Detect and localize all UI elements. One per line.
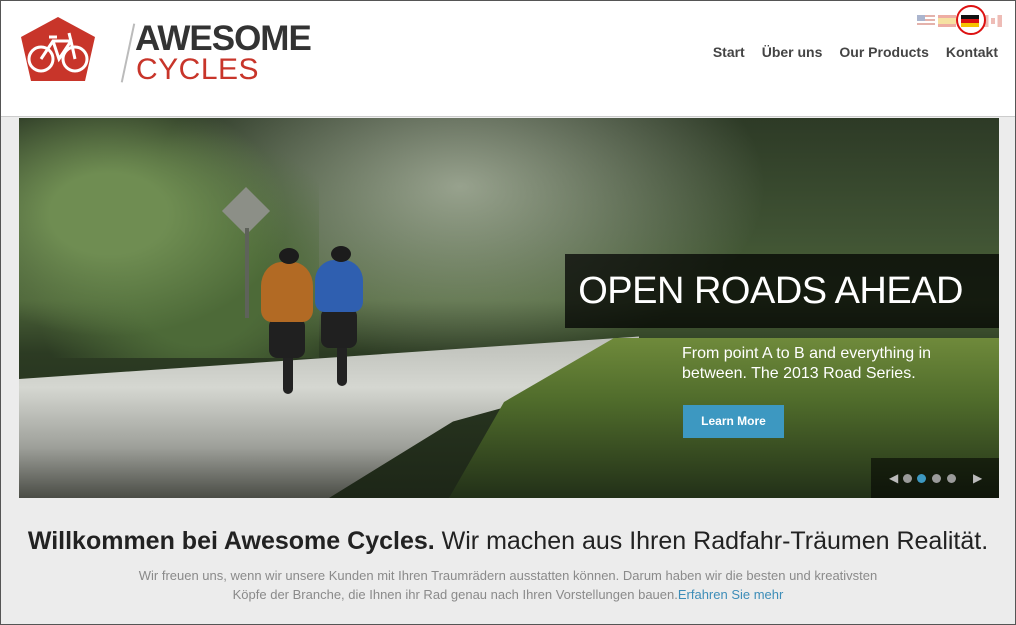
selected-language-highlight xyxy=(956,5,986,35)
welcome-text-line: Köpfe der Branche, die Ihnen ihr Rad gen… xyxy=(0,585,1016,604)
hero-title: OPEN ROADS AHEAD xyxy=(565,254,999,328)
hero-image-sign-post xyxy=(245,228,249,318)
nav-item-our-products[interactable]: Our Products xyxy=(839,44,928,60)
canada-flag-icon[interactable] xyxy=(984,15,1002,27)
slider-controls: ◀ ▶ xyxy=(871,458,999,498)
hero-slider: OPEN ROADS AHEAD From point A to B and e… xyxy=(19,118,999,498)
spain-flag-icon[interactable] xyxy=(938,15,956,27)
slide-dot[interactable] xyxy=(947,474,956,483)
learn-more-button[interactable]: Learn More xyxy=(683,405,784,438)
nav-item-kontakt[interactable]: Kontakt xyxy=(946,44,998,60)
nav-item-start[interactable]: Start xyxy=(713,44,745,60)
slide-dot[interactable] xyxy=(932,474,941,483)
welcome-heading: Willkommen bei Awesome Cycles. Wir mache… xyxy=(0,527,1016,556)
logo-divider xyxy=(120,23,136,83)
us-flag-icon[interactable] xyxy=(917,15,935,27)
learn-more-link[interactable]: Erfahren Sie mehr xyxy=(678,587,784,602)
welcome-text: Wir freuen uns, wenn wir unsere Kunden m… xyxy=(0,566,1016,604)
welcome-text-line: Wir freuen uns, wenn wir unsere Kunden m… xyxy=(138,568,878,583)
site-header: AWESOME CYCLES Start Über uns Our Produc… xyxy=(1,1,1015,117)
chevron-right-icon[interactable]: ▶ xyxy=(973,471,982,485)
logo-word-cycles: CYCLES xyxy=(136,53,260,86)
chevron-left-icon[interactable]: ◀ xyxy=(889,471,898,485)
welcome-heading-rest: Wir machen aus Ihren Radfahr-Träumen Rea… xyxy=(434,527,989,555)
slide-dot-active[interactable] xyxy=(917,474,926,483)
bicycle-logo-icon xyxy=(21,17,95,81)
hero-text: From point A to B and everything in betw… xyxy=(682,345,932,382)
nav-item-uber-uns[interactable]: Über uns xyxy=(762,44,823,60)
welcome-text-line-2: Köpfe der Branche, die Ihnen ihr Rad gen… xyxy=(232,587,678,602)
main-nav: Start Über uns Our Products Kontakt xyxy=(713,44,998,60)
welcome-heading-bold: Willkommen bei Awesome Cycles. xyxy=(27,527,435,555)
slide-dot[interactable] xyxy=(903,474,912,483)
